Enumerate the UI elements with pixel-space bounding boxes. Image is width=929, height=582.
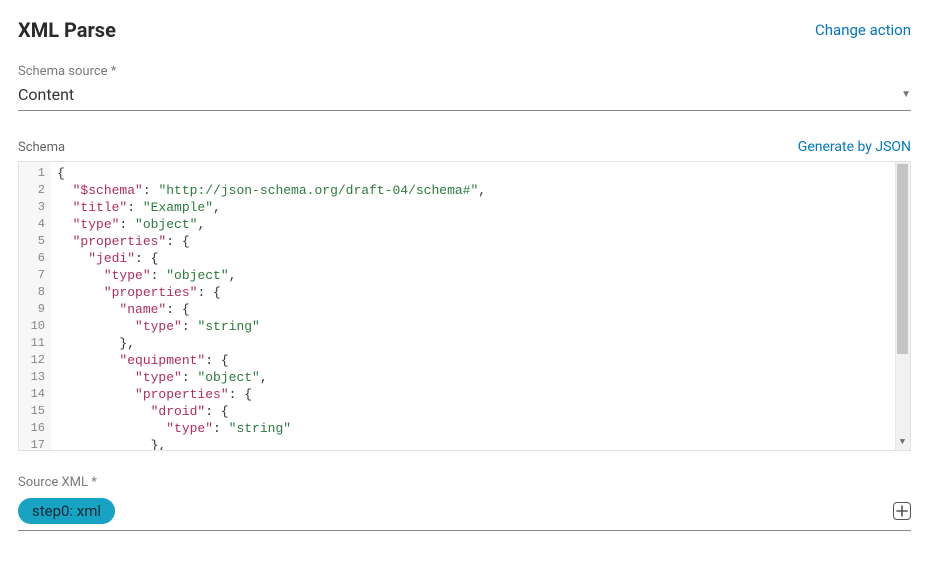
page-title: XML Parse xyxy=(18,18,116,42)
schema-label: Schema xyxy=(18,140,65,155)
scroll-down-icon[interactable]: ▼ xyxy=(895,436,910,450)
scrollbar-thumb[interactable] xyxy=(897,164,908,354)
add-icon[interactable] xyxy=(893,502,911,520)
source-xml-chip[interactable]: step0: xml xyxy=(18,498,115,524)
chevron-down-icon: ▼ xyxy=(901,89,911,100)
schema-source-field: Schema source * Content ▼ xyxy=(18,64,911,111)
schema-source-label: Schema source * xyxy=(18,64,911,79)
scrollbar-track[interactable]: ▲ ▼ xyxy=(895,162,910,450)
source-xml-field[interactable]: step0: xml xyxy=(18,494,911,531)
schema-code-editor[interactable]: 1234567891011121314151617181920 { "$sche… xyxy=(18,161,911,451)
source-xml-label: Source XML * xyxy=(18,475,911,490)
schema-source-select[interactable]: Content ▼ xyxy=(18,83,911,111)
code-body[interactable]: { "$schema": "http://json-schema.org/dra… xyxy=(51,162,910,450)
generate-by-json-link[interactable]: Generate by JSON xyxy=(798,139,911,155)
schema-source-value: Content xyxy=(18,85,74,104)
change-action-link[interactable]: Change action xyxy=(815,21,911,39)
code-gutter: 1234567891011121314151617181920 xyxy=(19,162,51,450)
